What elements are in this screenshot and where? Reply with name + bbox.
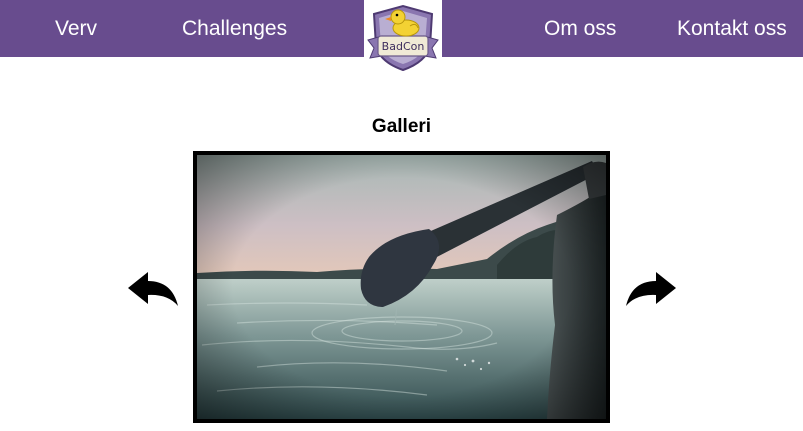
curved-arrow-right-icon — [626, 272, 676, 306]
duck-shield-icon: BadCon — [367, 4, 439, 72]
gallery-image — [193, 151, 610, 423]
next-arrow-button[interactable] — [622, 268, 678, 313]
paddle-lake-photo — [197, 155, 606, 419]
nav-link-kontakt-oss[interactable]: Kontakt oss — [677, 0, 787, 57]
curved-arrow-left-icon — [128, 272, 178, 306]
nav-link-challenges[interactable]: Challenges — [182, 0, 287, 57]
prev-arrow-button[interactable] — [126, 268, 182, 313]
gallery-title: Galleri — [371, 116, 432, 137]
nav-link-verv[interactable]: Verv — [55, 0, 97, 57]
logo-text: BadCon — [382, 40, 425, 53]
logo[interactable]: BadCon — [364, 0, 442, 78]
nav-link-om-oss[interactable]: Om oss — [544, 0, 616, 57]
